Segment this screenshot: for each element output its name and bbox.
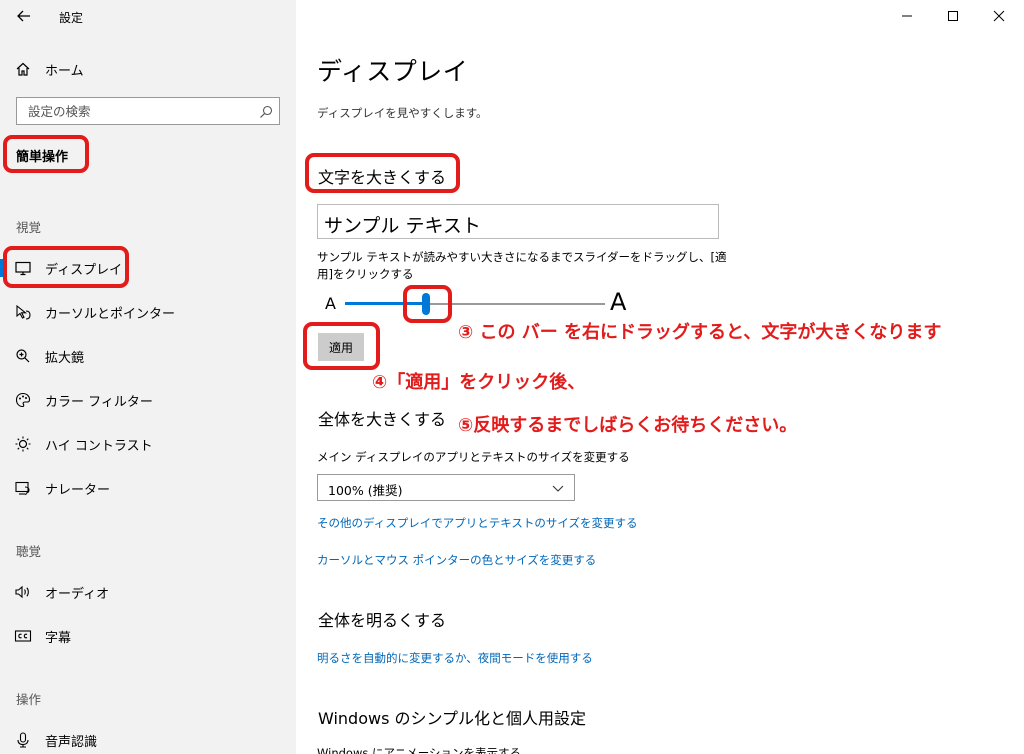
pointer-icon [14, 303, 32, 321]
home-icon [14, 60, 32, 78]
annotation-step4: ④「適用」をクリック後、 [372, 372, 586, 393]
other-displays-link[interactable]: その他のディスプレイでアプリとテキストのサイズを変更する [317, 515, 638, 531]
close-button[interactable] [976, 0, 1022, 32]
scale-select[interactable]: 100% (推奨) [317, 474, 575, 501]
sidebar-item-label: オーディオ [45, 587, 110, 602]
sidebar-item-label: ホーム [45, 64, 84, 79]
sidebar: 設定 ホーム 簡単操作 視覚 ディスプレイ カーソルとポインター 拡大鏡 [0, 0, 296, 754]
title-bar: 設定 [0, 0, 296, 32]
sidebar-item-color-filter[interactable]: カラー フィルター [0, 383, 296, 417]
sidebar-item-audio[interactable]: オーディオ [0, 575, 296, 609]
apply-button[interactable]: 適用 [318, 333, 364, 361]
brightness-link[interactable]: 明るさを自動的に変更するか、夜間モードを使用する [317, 650, 593, 666]
sidebar-item-label: 拡大鏡 [45, 351, 85, 366]
section-title-brightness: 全体を明るくする [318, 611, 447, 630]
scale-label: メイン ディスプレイのアプリとテキストのサイズを変更する [317, 450, 630, 464]
section-title-make-everything-bigger: 全体を大きくする [318, 410, 447, 429]
scale-select-value: 100% (推奨) [328, 483, 403, 498]
page-title: ディスプレイ [317, 57, 469, 86]
chevron-down-icon [552, 485, 564, 492]
microphone-icon [14, 731, 32, 749]
window-controls [884, 0, 1024, 32]
close-icon [993, 10, 1005, 22]
narrator-icon [14, 479, 32, 497]
palette-icon [14, 391, 32, 409]
text-size-slider[interactable]: A A [317, 288, 637, 320]
monitor-icon [14, 259, 32, 277]
search-icon[interactable] [259, 104, 273, 118]
back-arrow-icon[interactable] [14, 6, 34, 26]
sidebar-item-label: 音声認識 [45, 735, 98, 750]
sidebar-item-magnifier[interactable]: 拡大鏡 [0, 339, 296, 373]
captions-icon [14, 627, 32, 645]
annotation-step3: ③ この バー を右にドラッグすると、文字が大きくなります [458, 322, 942, 343]
sample-text: サンプル テキスト [324, 215, 481, 237]
maximize-icon [948, 11, 958, 21]
section-title-text-size: 文字を大きくする [318, 168, 447, 187]
group-header-vision: 視覚 [16, 220, 42, 235]
contrast-icon [14, 435, 32, 453]
category-title: 簡単操作 [16, 150, 69, 165]
page-subtitle: ディスプレイを見やすくします。 [317, 106, 488, 120]
sidebar-item-cursor[interactable]: カーソルとポインター [0, 295, 296, 329]
group-header-interaction: 操作 [16, 692, 42, 707]
cursor-pointer-link[interactable]: カーソルとマウス ポインターの色とサイズを変更する [317, 552, 596, 568]
sidebar-item-narrator[interactable]: ナレーター [0, 471, 296, 505]
app-title: 設定 [59, 11, 84, 25]
annotation-step5: ⑤反映するまでしばらくお待ちください。 [458, 415, 798, 436]
sidebar-item-captions[interactable]: 字幕 [0, 619, 296, 653]
sidebar-item-label: ハイ コントラスト [45, 439, 153, 454]
sidebar-item-high-contrast[interactable]: ハイ コントラスト [0, 427, 296, 461]
speaker-icon [14, 583, 32, 601]
sidebar-item-label: 字幕 [45, 631, 72, 646]
group-header-hearing: 聴覚 [16, 544, 42, 559]
sidebar-item-label: ナレーター [45, 483, 111, 498]
animations-label: Windows にアニメーションを表示する [317, 746, 522, 754]
slider-fill [345, 302, 426, 305]
text-size-description: サンプル テキストが読みやすい大きさになるまでスライダーをドラッグし、[適用]を… [317, 250, 727, 281]
sample-text-preview: サンプル テキスト [317, 204, 719, 239]
sidebar-item-label: ディスプレイ [45, 263, 123, 278]
slider-thumb[interactable] [421, 293, 430, 315]
minimize-icon [902, 15, 912, 17]
search-input[interactable] [17, 98, 247, 124]
sidebar-item-speech[interactable]: 音声認識 [0, 723, 296, 754]
search-box[interactable] [16, 97, 280, 125]
sidebar-item-label: カラー フィルター [45, 395, 153, 410]
slider-min-label: A [325, 294, 336, 313]
sidebar-item-display[interactable]: ディスプレイ [0, 251, 296, 285]
section-title-simplify: Windows のシンプル化と個人用設定 [318, 709, 587, 728]
maximize-button[interactable] [930, 0, 976, 32]
slider-max-label: A [610, 288, 627, 316]
sidebar-item-label: カーソルとポインター [45, 307, 176, 322]
magnifier-icon [14, 347, 32, 365]
minimize-button[interactable] [884, 0, 930, 32]
sidebar-item-home[interactable]: ホーム [0, 52, 296, 86]
